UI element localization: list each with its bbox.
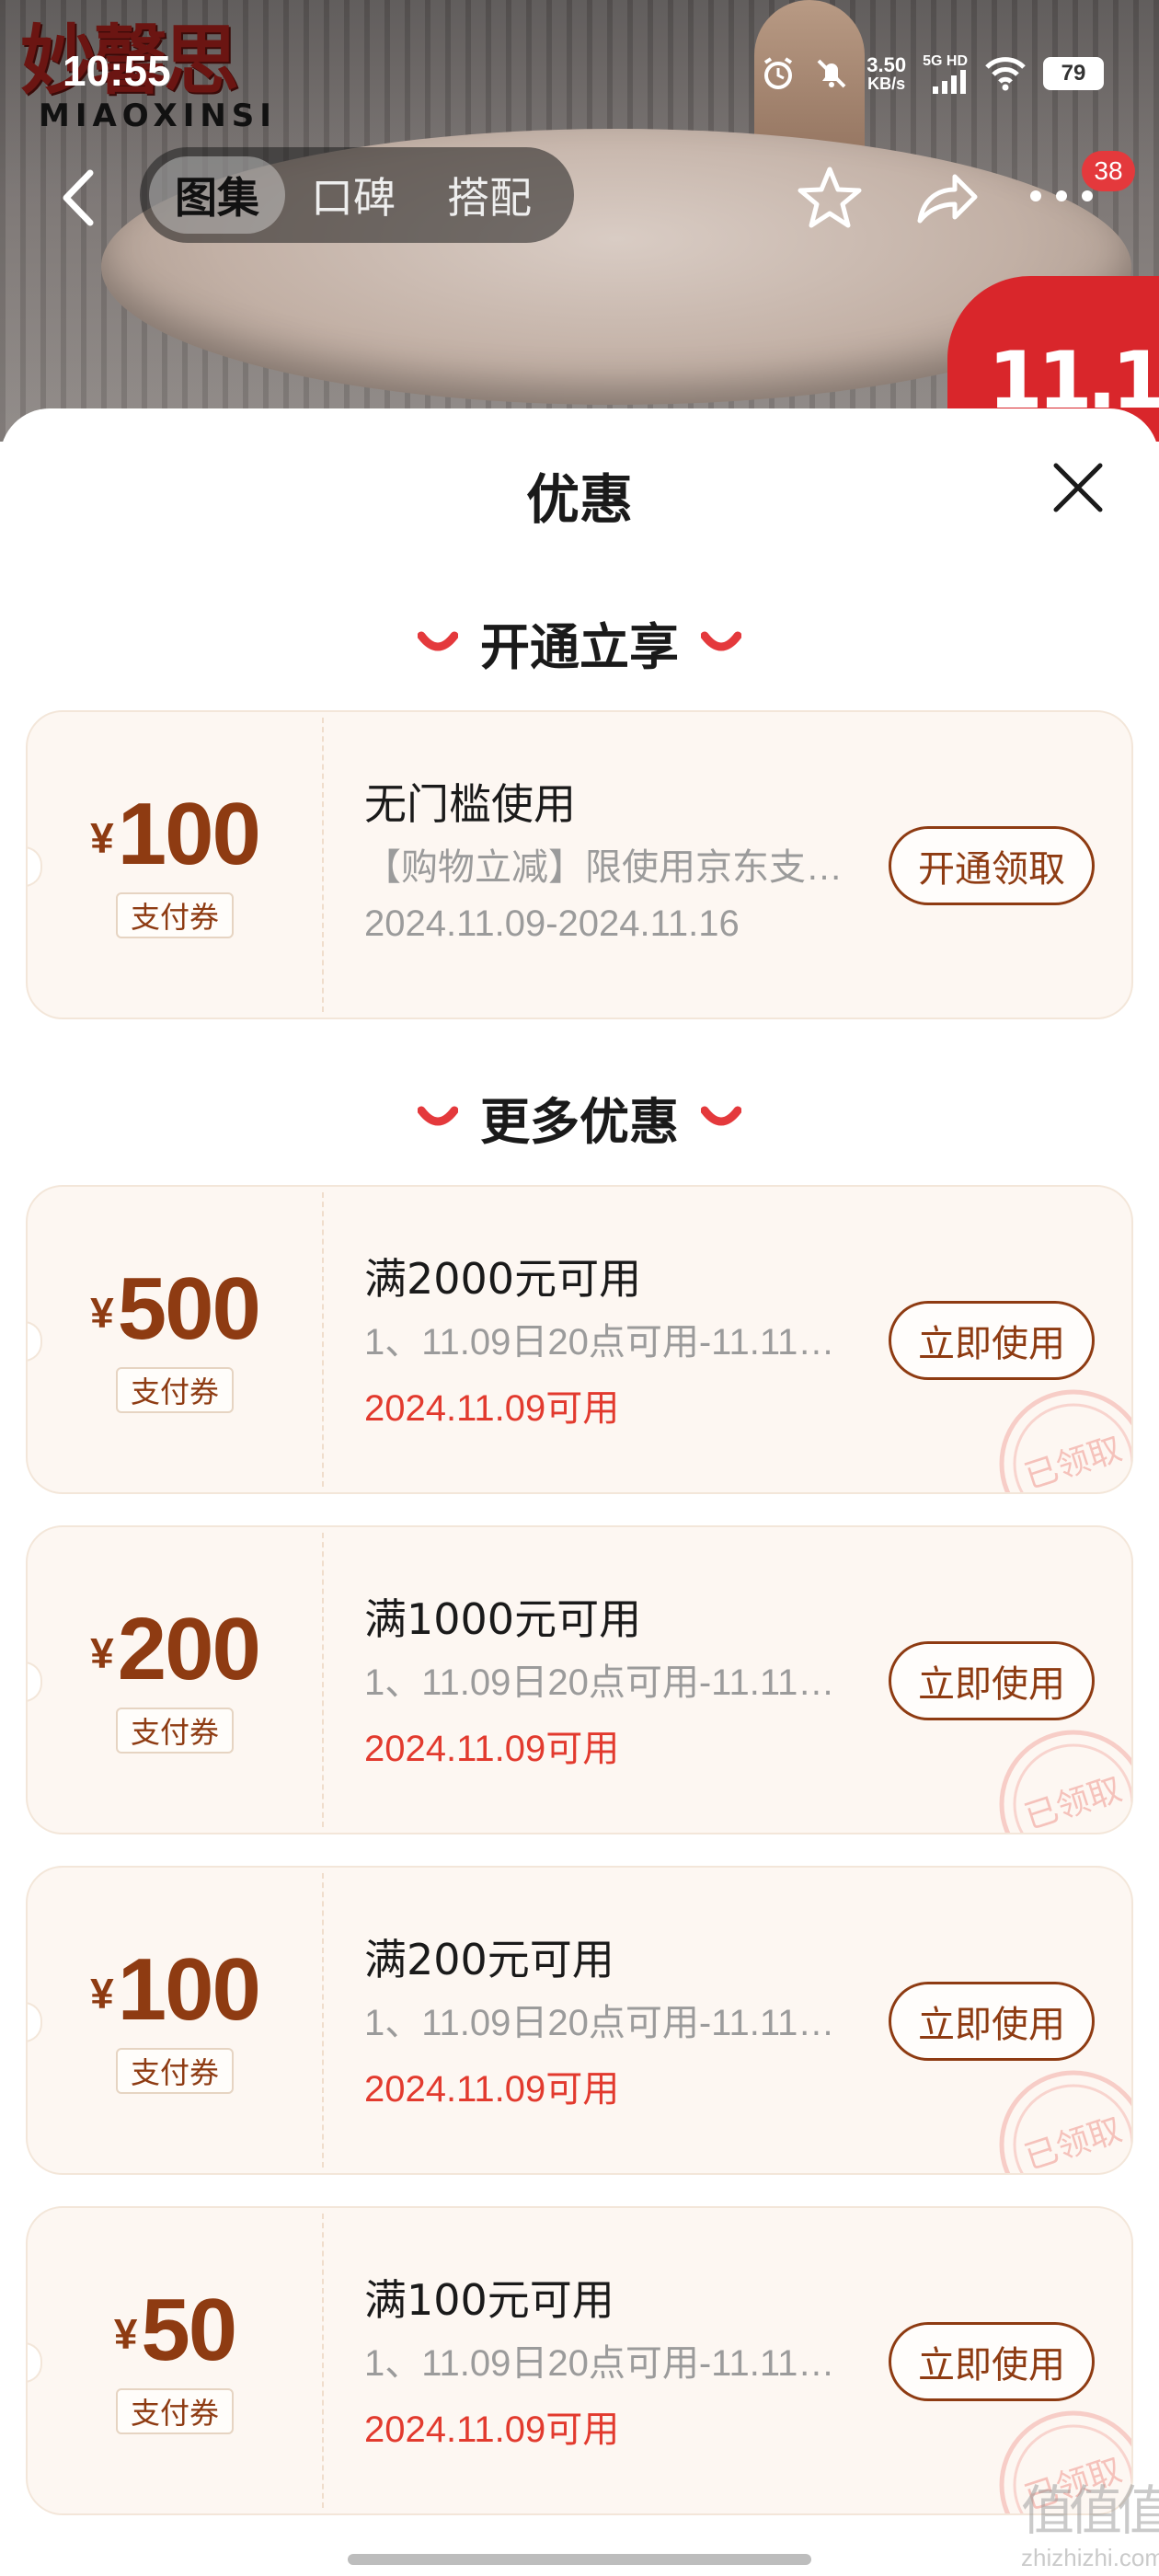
claimed-stamp-icon: 已领取 xyxy=(999,1730,1131,1834)
coupon-card: ¥100 支付券 满200元可用 1、11.09日20点可用-11.11… 20… xyxy=(26,1866,1133,2175)
gallery-tabs: 图集 口碑 搭配 xyxy=(140,147,574,243)
coupon-amount: ¥500 xyxy=(28,1259,322,1360)
more-dots-icon[interactable] xyxy=(1027,182,1096,210)
coupon-validity: 2024.11.09可用 xyxy=(364,1388,620,1429)
coupon-validity: 2024.11.09可用 xyxy=(364,2069,620,2110)
coupon-amount-area: ¥50 支付券 xyxy=(28,2208,322,2513)
claimed-stamp-text: 已领取 xyxy=(1020,1770,1126,1834)
coupon-amount-area: ¥100 支付券 xyxy=(28,1868,322,2173)
coupon-type-tag: 支付券 xyxy=(116,2388,234,2434)
section-heading-open-enjoy: 开通立享 xyxy=(0,605,1159,679)
net-speed-unit: KB/s xyxy=(867,75,906,93)
message-count-badge: 38 xyxy=(1082,151,1135,191)
coupon-value: 50 xyxy=(141,2281,237,2379)
coupon-validity: 2024.11.09可用 xyxy=(364,2409,620,2450)
use-now-button[interactable]: 立即使用 xyxy=(889,1641,1095,1720)
net-speed-value: 3.50 xyxy=(866,53,907,76)
alarm-icon xyxy=(764,57,793,89)
smile-decor-icon xyxy=(418,631,458,651)
coupon-title: 满2000元可用 xyxy=(364,1254,642,1304)
coupon-validity: 2024.11.09-2024.11.16 xyxy=(364,903,740,944)
coupon-type-tag: 支付券 xyxy=(116,2048,234,2094)
back-arrow-icon[interactable] xyxy=(52,166,107,230)
coupon-amount: ¥50 xyxy=(28,2280,322,2381)
net-speed: 3.50 KB/s xyxy=(866,53,907,93)
watermark-site: zhizhizhi.com xyxy=(1021,2544,1159,2571)
coupon-amount: ¥100 xyxy=(28,784,322,885)
currency-symbol: ¥ xyxy=(90,1629,114,1677)
claimed-stamp-icon: 已领取 xyxy=(999,2070,1131,2175)
home-indicator[interactable] xyxy=(348,2554,811,2565)
tab-matching[interactable]: 搭配 xyxy=(421,156,557,234)
section-heading-more-offers: 更多优惠 xyxy=(0,1080,1159,1154)
coupon-card: ¥200 支付券 满1000元可用 1、11.09日20点可用-11.11… 2… xyxy=(26,1525,1133,1834)
coupon-title: 满200元可用 xyxy=(364,1935,614,1984)
coupon-divider xyxy=(322,2214,324,2508)
coupon-amount: ¥200 xyxy=(28,1599,322,1700)
use-now-button[interactable]: 立即使用 xyxy=(889,1301,1095,1380)
status-time: 10:55 xyxy=(63,47,171,95)
mute-bell-icon xyxy=(817,59,846,88)
coupon-card: ¥500 支付券 满2000元可用 1、11.09日20点可用-11.11… 2… xyxy=(26,1185,1133,1494)
section-heading-text: 开通立享 xyxy=(480,617,679,676)
coupon-validity: 2024.11.09可用 xyxy=(364,1729,620,1769)
coupon-description: 1、11.09日20点可用-11.11… xyxy=(364,2343,835,2384)
cellular-signal: 5G HD xyxy=(923,53,968,94)
claimed-stamp-text: 已领取 xyxy=(1020,1430,1126,1494)
currency-symbol: ¥ xyxy=(90,1289,114,1337)
coupon-amount-area: ¥500 支付券 xyxy=(28,1187,322,1492)
discount-sheet: 优惠 开通立享 ¥100 支付券 无门槛使用 【购物立减】限使用京东支… 202… xyxy=(0,408,1159,2576)
coupon-divider xyxy=(322,718,324,1012)
coupon-card: ¥50 支付券 满100元可用 1、11.09日20点可用-11.11… 202… xyxy=(26,2206,1133,2515)
coupon-value: 100 xyxy=(117,1940,261,2039)
coupon-value: 100 xyxy=(117,785,261,883)
coupon-amount-area: ¥100 支付券 xyxy=(28,712,322,1018)
claimed-stamp-text: 已领取 xyxy=(1020,2110,1126,2175)
smile-decor-icon xyxy=(701,1106,741,1126)
signal-bars-icon xyxy=(933,70,966,94)
coupon-title: 满1000元可用 xyxy=(364,1594,642,1644)
coupon-type-tag: 支付券 xyxy=(116,1708,234,1754)
currency-symbol: ¥ xyxy=(90,1970,114,2018)
use-now-button[interactable]: 立即使用 xyxy=(889,1982,1095,2061)
coupon-amount: ¥100 xyxy=(28,1939,322,2041)
coupon-value: 500 xyxy=(117,1259,261,1358)
site-watermark: 值值值 zhizhizhi.com xyxy=(1021,2484,1159,2576)
coupon-description: 【购物立减】限使用京东支… xyxy=(364,847,843,888)
coupon-description: 1、11.09日20点可用-11.11… xyxy=(364,1322,835,1363)
use-now-button[interactable]: 立即使用 xyxy=(889,2322,1095,2401)
share-icon[interactable] xyxy=(911,164,981,234)
coupon-card: ¥100 支付券 无门槛使用 【购物立减】限使用京东支… 2024.11.09-… xyxy=(26,710,1133,1019)
section-heading-text: 更多优惠 xyxy=(480,1092,679,1151)
tab-reviews[interactable]: 口碑 xyxy=(285,156,421,234)
claimed-stamp-icon: 已领取 xyxy=(999,1389,1131,1494)
smile-decor-icon xyxy=(418,1106,458,1126)
sheet-title: 优惠 xyxy=(525,468,633,531)
watermark-glyphs: 值值值 xyxy=(1021,2481,1159,2541)
coupon-description: 1、11.09日20点可用-11.11… xyxy=(364,2003,835,2043)
currency-symbol: ¥ xyxy=(90,814,114,862)
tab-gallery[interactable]: 图集 xyxy=(149,156,285,234)
coupon-value: 200 xyxy=(117,1600,261,1698)
coupon-divider xyxy=(322,1533,324,1827)
status-icons: 3.50 KB/s 5G HD 79 xyxy=(760,48,1104,99)
signal-label: 5G HD xyxy=(923,53,968,69)
coupon-divider xyxy=(322,1873,324,2168)
coupon-type-tag: 支付券 xyxy=(116,1367,234,1413)
status-bar: 10:55 3.50 KB/s 5G HD 79 xyxy=(0,37,1159,110)
coupon-amount-area: ¥200 支付券 xyxy=(28,1527,322,1833)
coupon-title: 无门槛使用 xyxy=(364,779,576,829)
smile-decor-icon xyxy=(701,631,741,651)
favorite-star-icon[interactable] xyxy=(795,164,865,234)
coupon-type-tag: 支付券 xyxy=(116,892,234,938)
currency-symbol: ¥ xyxy=(113,2310,138,2358)
battery-indicator: 79 xyxy=(1043,57,1104,90)
coupon-divider xyxy=(322,1192,324,1487)
coupon-title: 满100元可用 xyxy=(364,2275,614,2325)
coupon-description: 1、11.09日20点可用-11.11… xyxy=(364,1662,835,1703)
top-nav: 图集 口碑 搭配 38 xyxy=(0,147,1159,248)
close-icon[interactable] xyxy=(1049,458,1107,517)
wifi-icon xyxy=(985,57,1026,91)
open-claim-button[interactable]: 开通领取 xyxy=(889,826,1095,905)
